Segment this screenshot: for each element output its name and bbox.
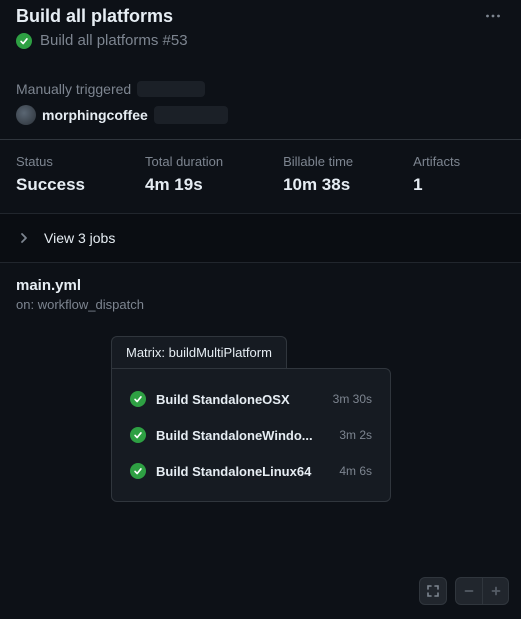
fullscreen-button[interactable] — [419, 577, 447, 605]
success-icon — [16, 33, 32, 49]
chevron-right-icon — [18, 232, 30, 244]
zoom-in-button[interactable] — [482, 578, 508, 604]
billable-label: Billable time — [283, 154, 353, 169]
workflow-trigger: on: workflow_dispatch — [16, 297, 505, 312]
page-title: Build all platforms — [16, 6, 173, 27]
summary-row: Status Success Total duration 4m 19s Bil… — [0, 139, 521, 213]
minus-icon — [463, 585, 475, 597]
trigger-mode: Manually triggered — [16, 81, 131, 97]
success-icon — [130, 391, 146, 407]
matrix-job-row[interactable]: Build StandaloneWindo... 3m 2s — [116, 417, 386, 453]
status-label: Status — [16, 154, 85, 169]
duration-label: Total duration — [145, 154, 223, 169]
matrix-body: Build StandaloneOSX 3m 30s Build Standal… — [111, 368, 391, 502]
actor-link[interactable]: morphingcoffee — [42, 107, 148, 123]
workflow-file: main.yml — [16, 277, 505, 294]
kebab-icon — [485, 8, 501, 24]
jobs-toggle-label: View 3 jobs — [44, 230, 115, 246]
success-icon — [130, 463, 146, 479]
matrix-tab[interactable]: Matrix: buildMultiPlatform — [111, 336, 287, 368]
zoom-out-button[interactable] — [456, 578, 482, 604]
matrix-job-time: 3m 30s — [333, 392, 372, 406]
avatar[interactable] — [16, 105, 36, 125]
matrix-job-name: Build StandaloneOSX — [156, 392, 323, 407]
redacted-commit — [154, 106, 228, 124]
jobs-toggle[interactable]: View 3 jobs — [0, 213, 521, 263]
run-link[interactable]: Build all platforms #53 — [40, 32, 188, 49]
redacted-time — [137, 81, 205, 97]
matrix-job-row[interactable]: Build StandaloneLinux64 4m 6s — [116, 453, 386, 489]
plus-icon — [490, 585, 502, 597]
status-value: Success — [16, 175, 85, 195]
matrix-job-time: 3m 2s — [339, 428, 372, 442]
matrix-job-name: Build StandaloneLinux64 — [156, 464, 329, 479]
matrix-job-time: 4m 6s — [339, 464, 372, 478]
duration-value[interactable]: 4m 19s — [145, 175, 223, 195]
billable-value[interactable]: 10m 38s — [283, 175, 353, 195]
more-actions-button[interactable] — [481, 4, 505, 28]
matrix-job-row[interactable]: Build StandaloneOSX 3m 30s — [116, 381, 386, 417]
artifacts-label: Artifacts — [413, 154, 460, 169]
matrix-job-name: Build StandaloneWindo... — [156, 428, 329, 443]
artifacts-value[interactable]: 1 — [413, 175, 460, 195]
success-icon — [130, 427, 146, 443]
fullscreen-icon — [426, 584, 440, 598]
